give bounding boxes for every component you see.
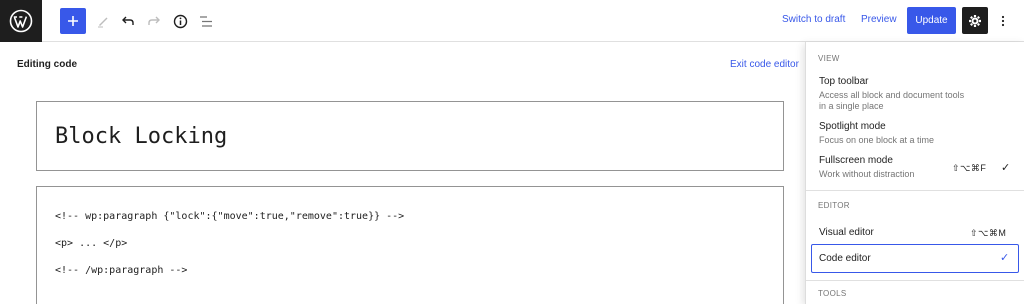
menu-item-spotlight-mode[interactable]: Spotlight mode Focus on one block at a t… bbox=[806, 118, 1024, 148]
tools-button[interactable] bbox=[90, 8, 116, 34]
checkmark-icon: ✓ bbox=[1000, 252, 1010, 264]
pencil-icon bbox=[98, 17, 108, 28]
code-editor-textarea[interactable]: <!-- wp:paragraph {"lock":{"move":true,"… bbox=[36, 186, 784, 304]
list-view-icon bbox=[199, 15, 212, 27]
redo-button[interactable] bbox=[141, 8, 167, 34]
menu-item-visual-editor[interactable]: Visual editor ⇧⌥⌘M bbox=[806, 222, 1024, 242]
menu-item-top-toolbar[interactable]: Top toolbar Access all block and documen… bbox=[806, 72, 1024, 114]
plus-icon bbox=[68, 16, 78, 26]
add-block-button[interactable] bbox=[60, 8, 86, 34]
undo-button[interactable] bbox=[115, 8, 141, 34]
menu-item-title: Top toolbar bbox=[819, 76, 869, 87]
menu-item-title: Spotlight mode bbox=[819, 121, 886, 132]
code-line: <!-- wp:paragraph {"lock":{"move":true,"… bbox=[55, 211, 405, 222]
details-button[interactable] bbox=[167, 8, 193, 34]
options-menu: VIEW Top toolbar Access all block and do… bbox=[805, 42, 1024, 304]
menu-item-title: Code editor bbox=[819, 253, 871, 264]
menu-item-code-editor[interactable]: Code editor ✓ bbox=[811, 244, 1019, 273]
list-view-button[interactable] bbox=[193, 8, 219, 34]
menu-item-title: Visual editor bbox=[819, 227, 874, 238]
menu-item-description: Access all block and document tools bbox=[819, 90, 965, 100]
code-line: <!-- /wp:paragraph --> bbox=[55, 265, 188, 276]
settings-button[interactable] bbox=[962, 7, 988, 34]
menu-item-shortcut: ⇧⌥⌘M bbox=[970, 228, 1007, 238]
exit-code-editor-button[interactable]: Exit code editor bbox=[730, 59, 799, 70]
more-vertical-icon bbox=[1001, 15, 1005, 27]
menu-item-description: Work without distraction bbox=[819, 169, 915, 179]
code-line: <p> ... </p> bbox=[55, 238, 128, 249]
post-title-text: Block Locking bbox=[55, 124, 228, 149]
editor-header: Switch to draft Preview Update bbox=[0, 0, 1024, 42]
menu-item-description: in a single place bbox=[819, 101, 884, 111]
menu-item-shortcut: ⇧⌥⌘F bbox=[952, 163, 987, 173]
wordpress-logo-icon[interactable] bbox=[0, 0, 42, 42]
menu-divider bbox=[806, 280, 1024, 281]
editor-group-label: EDITOR bbox=[818, 201, 850, 210]
options-button[interactable] bbox=[996, 8, 1010, 34]
menu-item-description: Focus on one block at a time bbox=[819, 135, 935, 145]
switch-to-draft-button[interactable]: Switch to draft bbox=[782, 14, 845, 25]
view-group-label: VIEW bbox=[818, 54, 840, 63]
tools-group-label: TOOLS bbox=[818, 289, 847, 298]
editing-code-label: Editing code bbox=[17, 59, 77, 70]
update-button[interactable]: Update bbox=[907, 7, 956, 34]
menu-item-title: Fullscreen mode bbox=[819, 155, 893, 166]
checkmark-icon: ✓ bbox=[1001, 162, 1011, 174]
info-icon bbox=[173, 14, 187, 28]
menu-item-fullscreen-mode[interactable]: Fullscreen mode Work without distraction… bbox=[806, 152, 1024, 184]
gear-icon bbox=[969, 14, 981, 27]
undo-icon bbox=[122, 16, 134, 25]
menu-divider bbox=[806, 190, 1024, 191]
redo-icon bbox=[148, 16, 160, 25]
post-title-field[interactable]: Block Locking bbox=[36, 101, 784, 171]
preview-button[interactable]: Preview bbox=[861, 14, 897, 25]
